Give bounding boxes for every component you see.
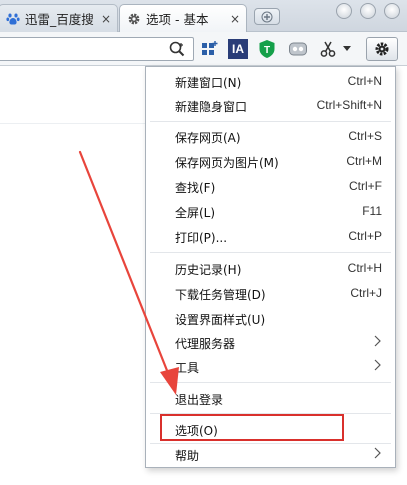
tab-strip: 迅雷_百度搜 × 选项 - 基本 × <box>0 0 407 32</box>
menu-item-help[interactable]: 帮助 <box>146 442 395 466</box>
menu-item-label: 帮助 <box>175 449 200 463</box>
menu-item-shortcut: Ctrl+F <box>349 179 382 193</box>
menu-item-options[interactable]: 选项(O) <box>146 417 395 441</box>
settings-button[interactable] <box>366 37 398 61</box>
menu-item-label: 新建隐身窗口 <box>175 100 248 114</box>
menu-item-label: 打印(P)... <box>175 231 228 245</box>
scissors-icon[interactable] <box>317 39 339 59</box>
gear-icon <box>375 42 389 56</box>
menu-item-label: 全屏(L) <box>175 206 216 220</box>
menu-item-fullscreen[interactable]: 全屏(L) F11 <box>146 199 395 223</box>
chevron-down-icon[interactable] <box>341 39 353 59</box>
chevron-right-icon <box>374 447 381 459</box>
menu-item-shortcut: Ctrl+P <box>348 229 382 243</box>
menu-item-save-page[interactable]: 保存网页(A) Ctrl+S <box>146 124 395 148</box>
menu-item-print[interactable]: 打印(P)... Ctrl+P <box>146 224 395 248</box>
menu-item-interface-style[interactable]: 设置界面样式(U) <box>146 306 395 330</box>
menu-item-shortcut: Ctrl+J <box>350 286 382 300</box>
menu-item-label: 设置界面样式(U) <box>175 313 266 327</box>
tab-baidu[interactable]: 迅雷_百度搜 × <box>0 4 118 32</box>
main-menu: 新建窗口(N) Ctrl+N 新建隐身窗口 Ctrl+Shift+N 保存网页(… <box>145 66 396 468</box>
menu-item-shortcut: Ctrl+Shift+N <box>316 98 382 112</box>
tab-options[interactable]: 选项 - 基本 × <box>119 4 247 32</box>
menu-item-shortcut: F11 <box>362 204 382 218</box>
menu-item-label: 保存网页为图片(M) <box>175 156 279 170</box>
menu-item-new-window[interactable]: 新建窗口(N) Ctrl+N <box>146 69 395 93</box>
menu-separator <box>150 121 391 122</box>
menu-item-label: 代理服务器 <box>175 337 236 351</box>
search-zoom-icon[interactable] <box>166 39 188 59</box>
tab-label: 迅雷_百度搜 <box>25 12 94 27</box>
menu-item-shortcut: Ctrl+H <box>347 261 382 275</box>
close-icon[interactable]: × <box>230 12 240 26</box>
new-tab-button[interactable] <box>254 8 280 25</box>
menu-item-history[interactable]: 历史记录(H) Ctrl+H <box>146 256 395 280</box>
ia-icon: IA <box>228 39 248 59</box>
menu-item-label: 下载任务管理(D) <box>175 288 266 302</box>
menu-item-shortcut: Ctrl+N <box>347 74 382 88</box>
chevron-right-icon <box>374 359 381 371</box>
shield-icon[interactable]: T <box>256 39 278 59</box>
menu-item-download-manager[interactable]: 下载任务管理(D) Ctrl+J <box>146 281 395 305</box>
menu-item-label: 保存网页(A) <box>175 131 241 145</box>
menu-item-shortcut: Ctrl+S <box>348 129 382 143</box>
menu-item-save-page-as-image[interactable]: 保存网页为图片(M) Ctrl+M <box>146 149 395 173</box>
plus-icon <box>261 11 273 22</box>
menu-separator <box>150 252 391 253</box>
toolbar: IA T <box>0 32 407 66</box>
ghost-icon[interactable] <box>287 39 309 59</box>
menu-item-find[interactable]: 查找(F) Ctrl+F <box>146 174 395 198</box>
menu-item-new-incognito-window[interactable]: 新建隐身窗口 Ctrl+Shift+N <box>146 93 395 117</box>
close-icon[interactable]: × <box>101 12 111 26</box>
menu-item-label: 新建窗口(N) <box>175 76 242 90</box>
chevron-right-icon <box>374 335 381 347</box>
menu-item-label: 工具 <box>175 361 200 375</box>
svg-text:T: T <box>264 45 270 56</box>
menu-item-label: 选项(O) <box>175 424 218 438</box>
menu-item-shortcut: Ctrl+M <box>346 154 382 168</box>
page-divider <box>0 123 145 124</box>
menu-separator <box>150 413 391 414</box>
menu-item-tools[interactable]: 工具 <box>146 354 395 378</box>
menu-item-label: 查找(F) <box>175 181 216 195</box>
menu-separator <box>150 382 391 383</box>
menu-item-logout[interactable]: 退出登录 <box>146 386 395 410</box>
menu-item-proxy-server[interactable]: 代理服务器 <box>146 330 395 354</box>
ia-button[interactable]: IA <box>227 39 249 59</box>
apps-icon[interactable] <box>198 39 220 59</box>
gear-icon <box>126 11 142 27</box>
menu-item-label: 退出登录 <box>175 393 224 407</box>
menu-item-label: 历史记录(H) <box>175 263 242 277</box>
address-bar[interactable] <box>0 37 194 61</box>
minimize-button[interactable] <box>336 3 352 19</box>
close-window-button[interactable] <box>384 3 400 19</box>
tab-label: 选项 - 基本 <box>146 12 209 27</box>
maximize-button[interactable] <box>360 3 376 19</box>
baidu-paw-icon <box>5 11 21 27</box>
